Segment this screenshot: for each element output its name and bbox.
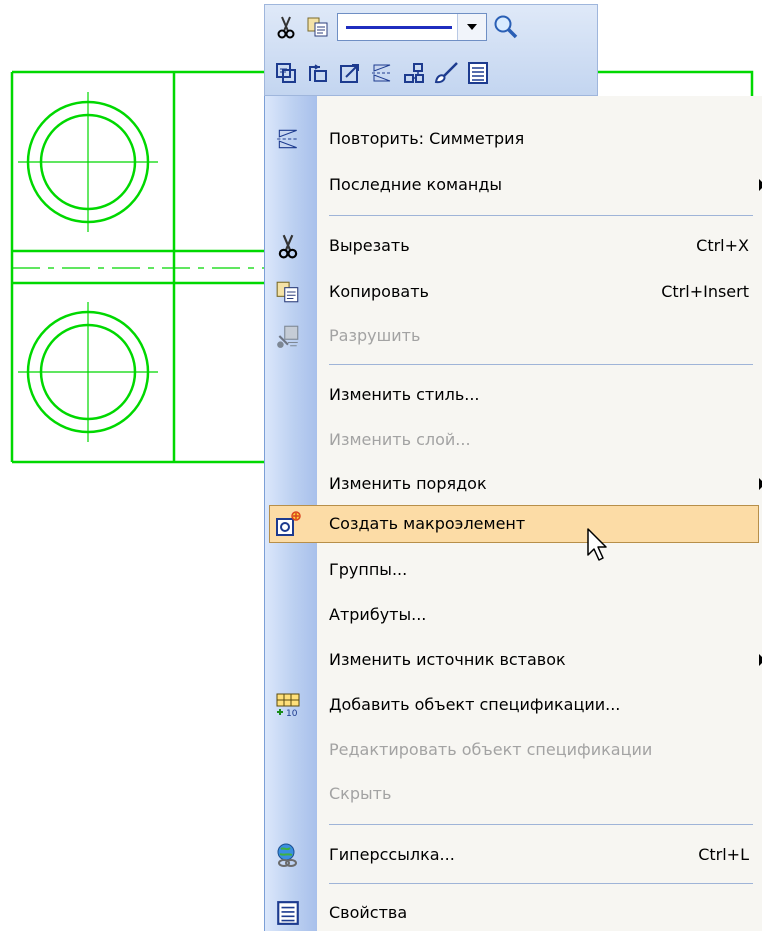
menu-item-label: Вырезать [329,236,410,255]
properties-icon [468,62,488,84]
menu-item-edit-specification-object[interactable]: Редактировать объект спецификации [265,731,762,769]
symmetry-icon [277,129,299,149]
copy-button[interactable] [303,11,333,43]
line-style-preview [346,26,452,29]
menu-item-label: Создать макроэлемент [329,514,526,533]
menu-item-properties[interactable]: Свойства [265,894,762,932]
menu-item-shortcut: Ctrl+X [696,236,749,255]
menu-item-change-style[interactable]: Изменить стиль... [265,376,762,414]
menu-item-label: Атрибуты... [329,605,427,624]
menu-item-label: Свойства [329,903,408,922]
macro-object-icon [276,511,301,536]
menu-item-repeat-symmetry[interactable]: Повторить: Симметрия [265,120,762,158]
menu-item-label: Изменить источник вставок [329,650,566,669]
menu-item-shortcut: Ctrl+Insert [661,282,749,301]
menu-item-label: Изменить порядок [329,474,487,493]
symmetry-icon [372,64,392,82]
zoom-icon [494,15,518,39]
macro-object-icon [276,63,296,83]
menu-item-label: Разрушить [329,326,421,345]
menu-item-shortcut: Ctrl+L [698,845,749,864]
menu-item-hide[interactable]: Скрыть [265,775,762,813]
line-style-combo[interactable] [337,13,487,41]
properties-icon [277,901,299,925]
menu-item-recent-commands[interactable]: Последние команды [265,166,762,204]
toolbar-row-1 [271,7,523,47]
menu-item-change-order[interactable]: Изменить порядок [265,465,762,503]
hyperlink-icon [277,843,297,867]
menu-item-label: Изменить стиль... [329,385,480,404]
menu-item-label: Редактировать объект спецификации [329,740,653,759]
menu-item-copy[interactable]: Копировать Ctrl+Insert [265,273,762,311]
destroy-icon [277,325,299,348]
zoom-button[interactable] [491,11,521,43]
macro-object-tool-button[interactable] [271,57,301,89]
group-icon [309,64,327,82]
menu-item-label: Добавить объект спецификации... [329,695,621,714]
menu-item-destroy[interactable]: Разрушить [265,317,762,355]
menu-item-change-layer[interactable]: Изменить слой... [265,421,762,459]
line-style-dropdown-button[interactable] [457,14,486,40]
menu-item-change-insert-source[interactable]: Изменить источник вставок [265,641,762,679]
scale-icon [340,64,359,83]
menu-item-label: Группы... [329,560,408,579]
properties-tool-button[interactable] [463,57,493,89]
menu-item-label: Гиперссылка... [329,845,455,864]
menu-item-label: Последние команды [329,175,503,194]
symmetry-tool-button[interactable] [367,57,397,89]
mouse-cursor-icon [587,528,607,561]
cut-icon [277,16,295,39]
scale-tool-button[interactable] [335,57,365,89]
copy-icon [307,17,328,37]
menu-item-add-specification-object[interactable]: 10 Добавить объект спецификации... [265,686,762,724]
array-tool-button[interactable] [399,57,429,89]
specification-icon: 10 [276,693,300,718]
style-brush-tool-button[interactable] [431,57,461,89]
copy-icon [276,281,299,303]
menu-item-attributes[interactable]: Атрибуты... [265,596,762,634]
cut-icon [278,234,298,259]
menu-item-hyperlink[interactable]: Гиперссылка... Ctrl+L [265,836,762,874]
style-brush-icon [434,62,458,84]
menu-separator [329,824,753,825]
group-tool-button[interactable] [303,57,333,89]
svg-text:10: 10 [286,709,298,718]
context-menu: Повторить: Симметрия Последние команды В… [264,96,762,931]
toolbar-row-2 [271,53,495,93]
menu-separator [329,215,753,216]
menu-item-label: Изменить слой... [329,430,471,449]
menu-item-label: Повторить: Симметрия [329,129,525,148]
mini-toolbar [264,4,598,96]
menu-separator [329,883,753,884]
cut-button[interactable] [271,11,301,43]
menu-item-create-macro[interactable]: Создать макроэлемент [269,505,759,543]
menu-item-label: Копировать [329,282,429,301]
array-icon [404,63,424,83]
menu-item-groups[interactable]: Группы... [265,551,762,589]
chevron-down-icon [467,24,477,30]
menu-item-cut[interactable]: Вырезать Ctrl+X [265,227,762,265]
menu-item-label: Скрыть [329,784,392,803]
menu-separator [329,364,753,365]
